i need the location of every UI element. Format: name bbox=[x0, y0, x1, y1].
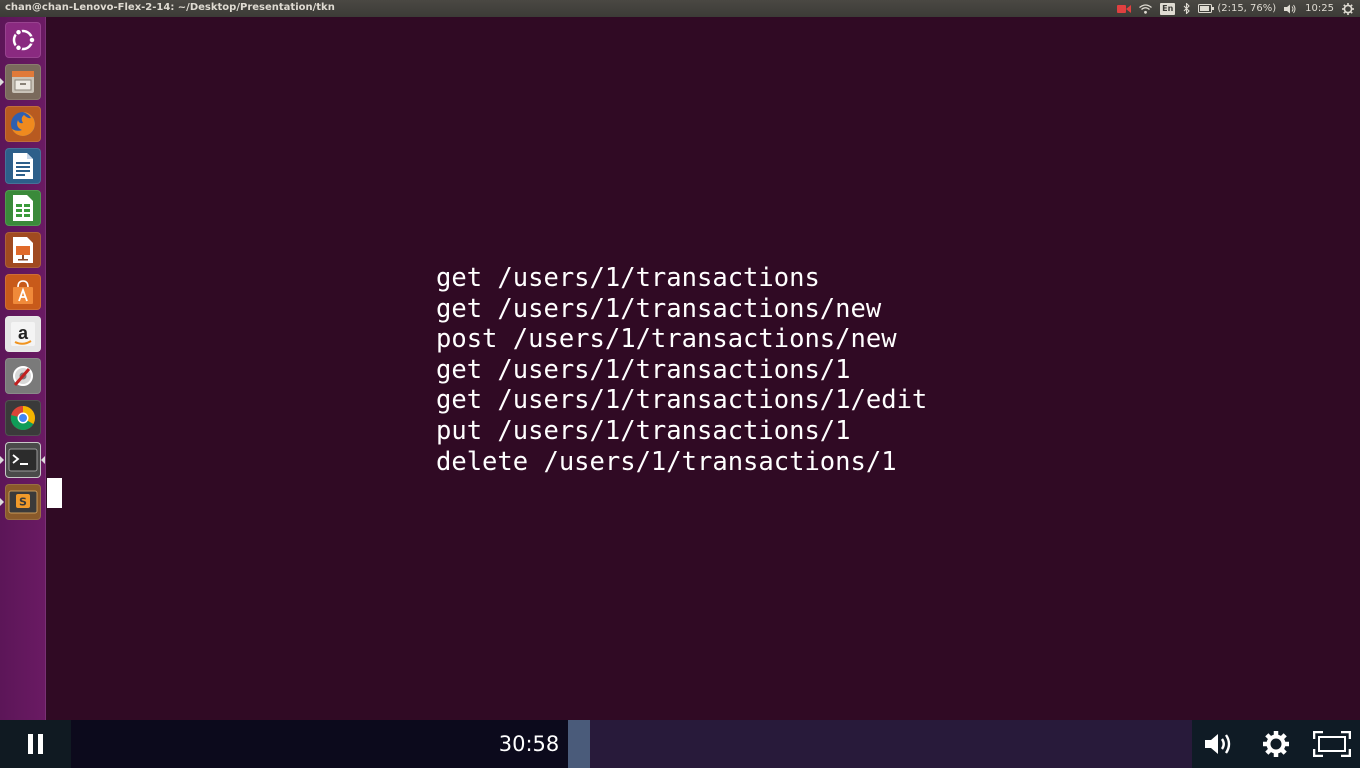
writer-document-icon bbox=[13, 153, 33, 179]
progress-scrubber[interactable] bbox=[568, 720, 590, 768]
launcher-item-chrome[interactable] bbox=[5, 400, 41, 436]
launcher-item-software-center[interactable] bbox=[5, 274, 41, 310]
route-line: get /users/1/transactions/1 bbox=[436, 354, 851, 385]
wifi-icon[interactable] bbox=[1139, 0, 1153, 17]
gear-icon bbox=[1263, 731, 1289, 757]
current-time: 30:58 bbox=[498, 732, 560, 756]
launcher-item-sublime-text[interactable]: S bbox=[5, 484, 41, 520]
volume-icon bbox=[1205, 734, 1231, 754]
svg-text:S: S bbox=[19, 496, 27, 509]
bluetooth-icon[interactable] bbox=[1183, 0, 1191, 17]
route-line: put /users/1/transactions/1 bbox=[436, 415, 851, 446]
keyboard-layout-label: En bbox=[1160, 2, 1176, 15]
volume-icon[interactable] bbox=[1284, 0, 1297, 17]
launcher-item-files[interactable] bbox=[5, 64, 41, 100]
launcher-item-terminal[interactable] bbox=[5, 442, 41, 478]
launcher-item-writer[interactable] bbox=[5, 148, 41, 184]
svg-text:a: a bbox=[18, 323, 29, 343]
terminal-icon bbox=[8, 448, 38, 472]
battery-indicator[interactable]: (2:15, 76%) bbox=[1198, 0, 1276, 17]
record-icon[interactable] bbox=[1117, 0, 1132, 17]
launcher-item-system-settings[interactable] bbox=[5, 358, 41, 394]
gear-icon[interactable] bbox=[1342, 0, 1354, 17]
file-cabinet-icon bbox=[12, 71, 34, 93]
route-line: delete /users/1/transactions/1 bbox=[436, 446, 897, 477]
pause-button[interactable] bbox=[0, 720, 71, 768]
sublime-text-icon: S bbox=[8, 490, 38, 514]
route-line: post /users/1/transactions/new bbox=[436, 324, 897, 355]
route-list: get /users/1/transactions get /users/1/t… bbox=[436, 263, 927, 477]
route-line: get /users/1/transactions/new bbox=[436, 293, 882, 324]
fullscreen-button[interactable] bbox=[1306, 720, 1358, 768]
terminal-window[interactable]: get /users/1/transactions get /users/1/t… bbox=[46, 17, 1360, 720]
calc-spreadsheet-icon bbox=[13, 195, 33, 221]
indicator-area: En (2:15, 76%) 10:25 bbox=[1117, 0, 1354, 17]
launcher-item-amazon[interactable]: a bbox=[5, 316, 41, 352]
launcher-item-firefox[interactable] bbox=[5, 106, 41, 142]
keyboard-layout-icon[interactable]: En bbox=[1160, 0, 1176, 17]
launcher: a S bbox=[0, 17, 46, 720]
progress-track[interactable] bbox=[590, 720, 1192, 768]
route-line: get /users/1/transactions bbox=[436, 263, 820, 293]
window-title: chan@chan-Lenovo-Flex-2-14: ~/Desktop/Pr… bbox=[5, 2, 335, 13]
shopping-bag-icon bbox=[13, 280, 33, 304]
amazon-icon: a bbox=[11, 322, 35, 346]
battery-icon bbox=[1198, 4, 1215, 13]
route-line: get /users/1/transactions/1/edit bbox=[436, 385, 928, 416]
terminal-cursor bbox=[47, 478, 62, 508]
settings-wrench-icon bbox=[13, 366, 33, 386]
right-control-group bbox=[1192, 720, 1360, 768]
volume-button[interactable] bbox=[1194, 720, 1246, 768]
top-panel: chan@chan-Lenovo-Flex-2-14: ~/Desktop/Pr… bbox=[0, 0, 1360, 17]
battery-text: (2:15, 76%) bbox=[1217, 3, 1277, 14]
chrome-icon bbox=[10, 405, 36, 431]
ubuntu-logo-icon bbox=[12, 28, 36, 52]
player-controls: 30:58 bbox=[0, 720, 1360, 768]
pause-icon bbox=[27, 734, 43, 754]
launcher-item-calc[interactable] bbox=[5, 190, 41, 226]
impress-presentation-icon bbox=[13, 237, 33, 263]
settings-button[interactable] bbox=[1250, 720, 1302, 768]
launcher-item-impress[interactable] bbox=[5, 232, 41, 268]
firefox-icon bbox=[11, 112, 35, 136]
launcher-item-ubuntu-dash[interactable] bbox=[5, 22, 41, 58]
fullscreen-icon bbox=[1313, 731, 1351, 757]
clock[interactable]: 10:25 bbox=[1305, 0, 1334, 17]
